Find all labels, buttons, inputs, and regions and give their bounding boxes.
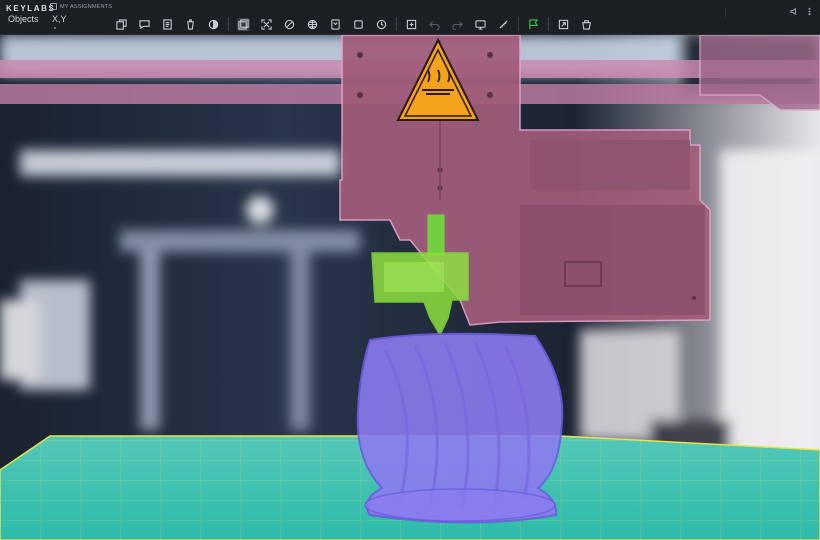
tab-xy[interactable]: X,Y — [52, 14, 67, 24]
bookmark-icon[interactable] — [329, 18, 342, 31]
frame-icon[interactable] — [352, 18, 365, 31]
annotation-app: KEYLABS MY ASSIGNMENTS Objects X,Y — [0, 0, 820, 540]
copy-frame-icon[interactable] — [115, 18, 128, 31]
toolbar-divider — [518, 17, 519, 31]
assignments-label: MY ASSIGNMENTS — [60, 3, 113, 10]
top-toolbar: KEYLABS MY ASSIGNMENTS Objects X,Y — [0, 0, 820, 35]
shapes-icon[interactable] — [283, 18, 296, 31]
layers-icon[interactable] — [237, 17, 250, 31]
comment-icon[interactable] — [138, 18, 151, 31]
bag-icon[interactable] — [580, 18, 593, 31]
undo-icon[interactable] — [428, 18, 441, 31]
flag-icon[interactable] — [527, 18, 540, 31]
notes-icon[interactable] — [161, 18, 174, 31]
redo-icon[interactable] — [451, 18, 464, 31]
brand-name: KEYLABS — [6, 3, 56, 13]
more-icon[interactable] — [805, 3, 814, 21]
export-icon[interactable] — [557, 18, 570, 31]
volume-icon[interactable] — [790, 3, 799, 21]
annotation-canvas[interactable] — [0, 35, 820, 540]
tool-bar — [110, 16, 598, 32]
brand-logo: KEYLABS — [6, 3, 55, 13]
clock-icon[interactable] — [375, 18, 388, 31]
scene-image — [0, 35, 820, 540]
toolbar-divider — [396, 17, 397, 31]
my-assignments-link[interactable]: MY ASSIGNMENTS — [50, 3, 112, 10]
add-point-icon[interactable] — [405, 18, 418, 31]
tab-objects[interactable]: Objects — [8, 14, 39, 24]
tab-xy-indicator — [54, 27, 56, 29]
grid-icon[interactable] — [306, 18, 319, 31]
fit-screen-icon[interactable] — [260, 18, 273, 31]
assignments-icon — [50, 3, 57, 10]
ai-assist-icon[interactable] — [474, 18, 487, 31]
window-controls — [725, 3, 814, 21]
contrast-icon[interactable] — [207, 18, 220, 31]
cup-icon[interactable] — [184, 18, 197, 31]
toolbar-divider — [228, 17, 229, 31]
status-area — [725, 7, 784, 17]
toolbar-divider — [548, 17, 549, 31]
ruler-icon[interactable] — [497, 18, 510, 31]
